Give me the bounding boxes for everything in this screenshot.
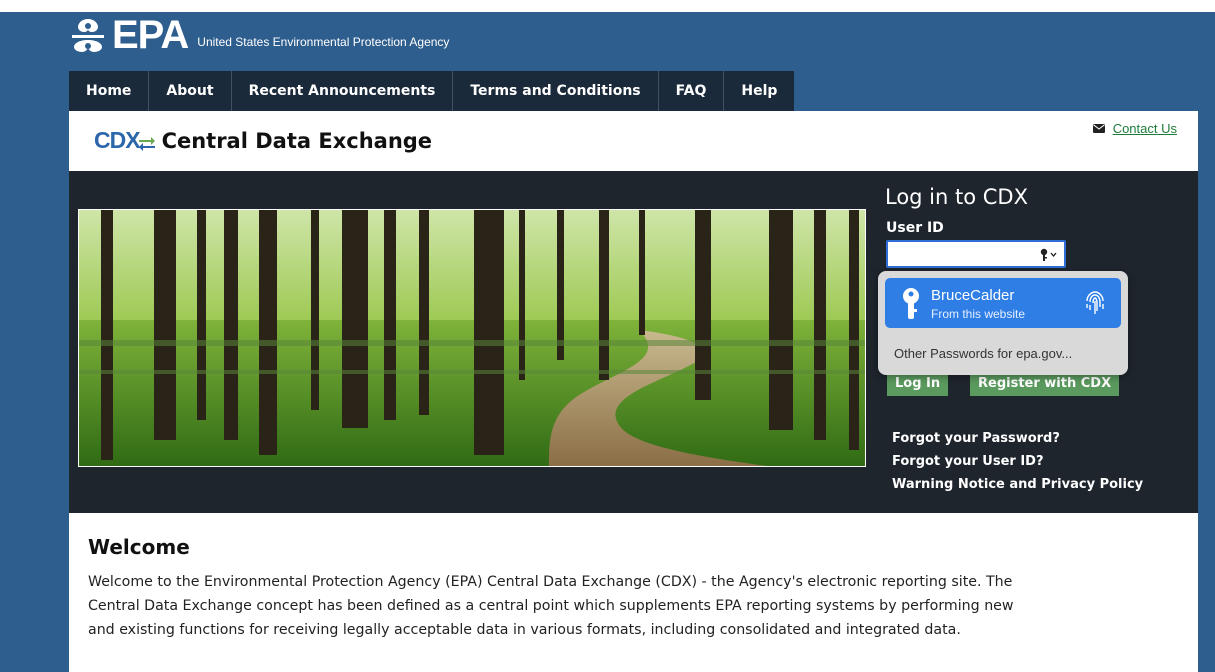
cdx-logo-letters: CDX [94, 127, 141, 153]
epa-logo[interactable]: EPA United States Environmental Protecti… [68, 13, 450, 57]
autofill-username: BruceCalder [931, 287, 1015, 304]
welcome-title: Welcome [88, 535, 190, 559]
autofill-other-passwords[interactable]: Other Passwords for epa.gov... [894, 346, 1072, 361]
nav-faq[interactable]: FAQ [658, 71, 725, 111]
login-links: Forgot your Password? Forgot your User I… [892, 427, 1143, 496]
privacy-policy-link[interactable]: Warning Notice and Privacy Policy [892, 473, 1143, 496]
forgot-password-link[interactable]: Forgot your Password? [892, 427, 1143, 450]
exchange-arrows-icon [138, 136, 155, 151]
forest-path-image [78, 209, 866, 467]
epa-wordmark: EPA [112, 13, 189, 57]
main-nav: Home About Recent Announcements Terms an… [69, 71, 795, 111]
nav-terms-and-conditions[interactable]: Terms and Conditions [453, 71, 659, 111]
contact-us[interactable]: Contact Us [1092, 121, 1177, 136]
key-icon [903, 288, 919, 319]
nav-recent-announcements[interactable]: Recent Announcements [231, 71, 454, 111]
top-strip [0, 0, 1215, 12]
password-autofill-popup: BruceCalder From this website Other Pass… [878, 271, 1128, 375]
page-title: Central Data Exchange [161, 128, 433, 153]
autofill-source: From this website [931, 307, 1026, 321]
welcome-section: Welcome Welcome to the Environmental Pro… [69, 513, 1198, 672]
autofill-suggestion[interactable]: BruceCalder From this website [885, 278, 1121, 328]
contact-us-link[interactable]: Contact Us [1113, 121, 1177, 136]
welcome-line: Central Data Exchange concept has been d… [88, 598, 1014, 614]
nav-about[interactable]: About [149, 71, 232, 111]
userid-label: User ID [886, 220, 944, 236]
cdx-logo[interactable]: CDX Central Data Exchange [94, 127, 432, 154]
forgot-userid-link[interactable]: Forgot your User ID? [892, 450, 1143, 473]
nav-help[interactable]: Help [724, 71, 795, 111]
welcome-line: and existing functions for receiving leg… [88, 622, 961, 638]
login-title: Log in to CDX [885, 185, 1028, 209]
key-icon[interactable] [1040, 248, 1058, 262]
register-button[interactable]: Register with CDX [970, 372, 1120, 396]
welcome-text: Welcome to the Environmental Protection … [88, 570, 1188, 642]
site-header: CDX Central Data Exchange Contact Us [69, 111, 1198, 171]
envelope-icon [1092, 124, 1105, 133]
fingerprint-icon [1086, 291, 1104, 314]
epa-flower-icon [72, 19, 104, 52]
login-button[interactable]: Log In [887, 372, 949, 396]
welcome-line: Welcome to the Environmental Protection … [88, 574, 1013, 590]
agency-name: United States Environmental Protection A… [197, 35, 450, 49]
nav-home[interactable]: Home [69, 71, 150, 111]
userid-input[interactable] [886, 240, 1066, 268]
